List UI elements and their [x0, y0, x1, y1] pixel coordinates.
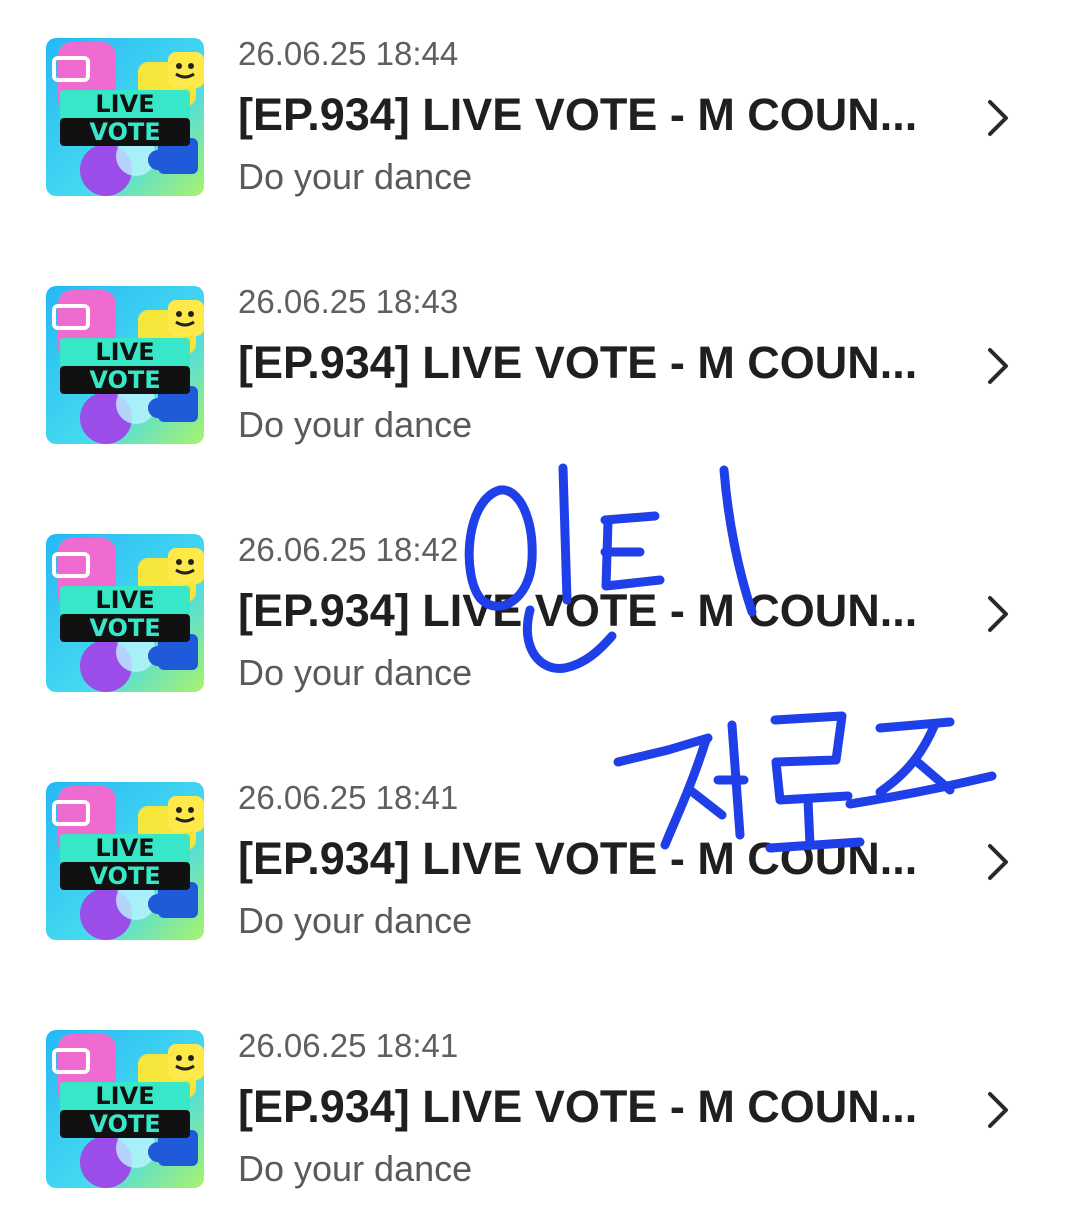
- notification-title: [EP.934] LIVE VOTE - M COUN...: [238, 337, 918, 388]
- chevron-right-icon[interactable]: [980, 344, 1014, 388]
- notification-subtitle: Do your dance: [238, 156, 473, 197]
- notification-subtitle: Do your dance: [238, 900, 473, 941]
- notification-item[interactable]: LIVE VOTE 26.06.25 18:41 [EP.934] LIVE V…: [0, 992, 1080, 1192]
- thumb-text-vote: VOTE: [89, 118, 160, 146]
- notification-timestamp: 26.06.25 18:43: [238, 283, 459, 320]
- notification-subtitle: Do your dance: [238, 404, 473, 445]
- thumb-text-live: LIVE: [95, 90, 154, 118]
- notification-item[interactable]: LIVE VOTE 26.06.25 18:41 [EP.934] LIVE V…: [0, 744, 1080, 944]
- chevron-right-icon[interactable]: [980, 1088, 1014, 1132]
- notification-title: [EP.934] LIVE VOTE - M COUN...: [238, 1081, 918, 1132]
- thumb-text-live: LIVE: [95, 586, 154, 614]
- notification-timestamp: 26.06.25 18:41: [238, 779, 459, 816]
- thumb-text-vote: VOTE: [89, 1110, 160, 1138]
- notification-subtitle: Do your dance: [238, 652, 473, 693]
- thumb-text-vote: VOTE: [89, 614, 160, 642]
- thumb-text-live: LIVE: [95, 834, 154, 862]
- live-vote-thumbnail: LIVE VOTE: [46, 1030, 204, 1188]
- thumb-text-vote: VOTE: [89, 862, 160, 890]
- notification-list: LIVE VOTE 26.06.25 18:44 [EP.934] LIVE V…: [0, 0, 1080, 1216]
- thumb-text-live: LIVE: [95, 338, 154, 366]
- notification-title: [EP.934] LIVE VOTE - M COUN...: [238, 585, 918, 636]
- chevron-right-icon[interactable]: [980, 840, 1014, 884]
- live-vote-thumbnail: LIVE VOTE: [46, 38, 204, 196]
- notification-timestamp: 26.06.25 18:42: [238, 531, 459, 568]
- notification-timestamp: 26.06.25 18:44: [238, 35, 459, 72]
- chevron-right-icon[interactable]: [980, 96, 1014, 140]
- notification-title: [EP.934] LIVE VOTE - M COUN...: [238, 833, 918, 884]
- chevron-right-icon[interactable]: [980, 592, 1014, 636]
- live-vote-thumbnail: LIVE VOTE: [46, 286, 204, 444]
- notification-timestamp: 26.06.25 18:41: [238, 1027, 459, 1064]
- notification-item[interactable]: LIVE VOTE 26.06.25 18:42 [EP.934] LIVE V…: [0, 496, 1080, 696]
- notification-item[interactable]: LIVE VOTE 26.06.25 18:43 [EP.934] LIVE V…: [0, 248, 1080, 448]
- notification-item[interactable]: LIVE VOTE 26.06.25 18:44 [EP.934] LIVE V…: [0, 0, 1080, 200]
- notification-title: [EP.934] LIVE VOTE - M COUN...: [238, 89, 918, 140]
- notification-subtitle: Do your dance: [238, 1148, 473, 1189]
- live-vote-thumbnail: LIVE VOTE: [46, 782, 204, 940]
- live-vote-thumbnail: LIVE VOTE: [46, 534, 204, 692]
- thumb-text-live: LIVE: [95, 1082, 154, 1110]
- thumb-text-vote: VOTE: [89, 366, 160, 394]
